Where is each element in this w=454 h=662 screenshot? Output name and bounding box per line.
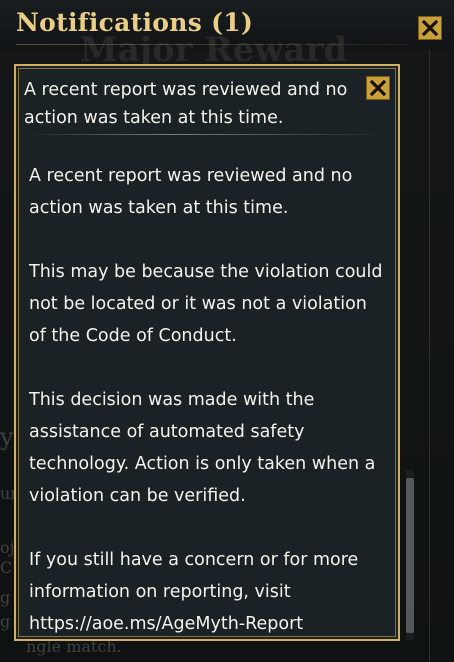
scrollbar-thumb[interactable]	[406, 478, 414, 633]
notification-body: A recent report was reviewed and no acti…	[29, 160, 385, 640]
body-paragraph: A recent report was reviewed and no acti…	[29, 166, 353, 218]
background-text: g	[0, 612, 11, 631]
background-text: C	[0, 558, 13, 577]
background-text: g	[0, 588, 11, 607]
notifications-window: Major Reward Notifications (1) y ur oj C…	[0, 0, 454, 662]
close-icon	[422, 20, 438, 36]
title-divider	[24, 134, 390, 135]
close-icon	[370, 80, 386, 96]
background-text: y	[0, 423, 14, 451]
background-text: oj	[0, 538, 15, 557]
close-notifications-button[interactable]	[418, 16, 442, 40]
body-paragraph: If you still have a concern or for more …	[29, 550, 359, 634]
header-divider	[16, 44, 408, 45]
close-notification-button[interactable]	[366, 76, 390, 100]
body-paragraph: This decision was made with the assistan…	[29, 390, 376, 506]
panel-divider	[429, 50, 430, 662]
notification-title: A recent report was reviewed and no acti…	[24, 80, 348, 128]
body-paragraph: This may be because the violation could …	[29, 262, 383, 346]
notification-tooltip: A recent report was reviewed and no acti…	[14, 64, 400, 641]
page-title: Notifications (1)	[16, 8, 254, 37]
